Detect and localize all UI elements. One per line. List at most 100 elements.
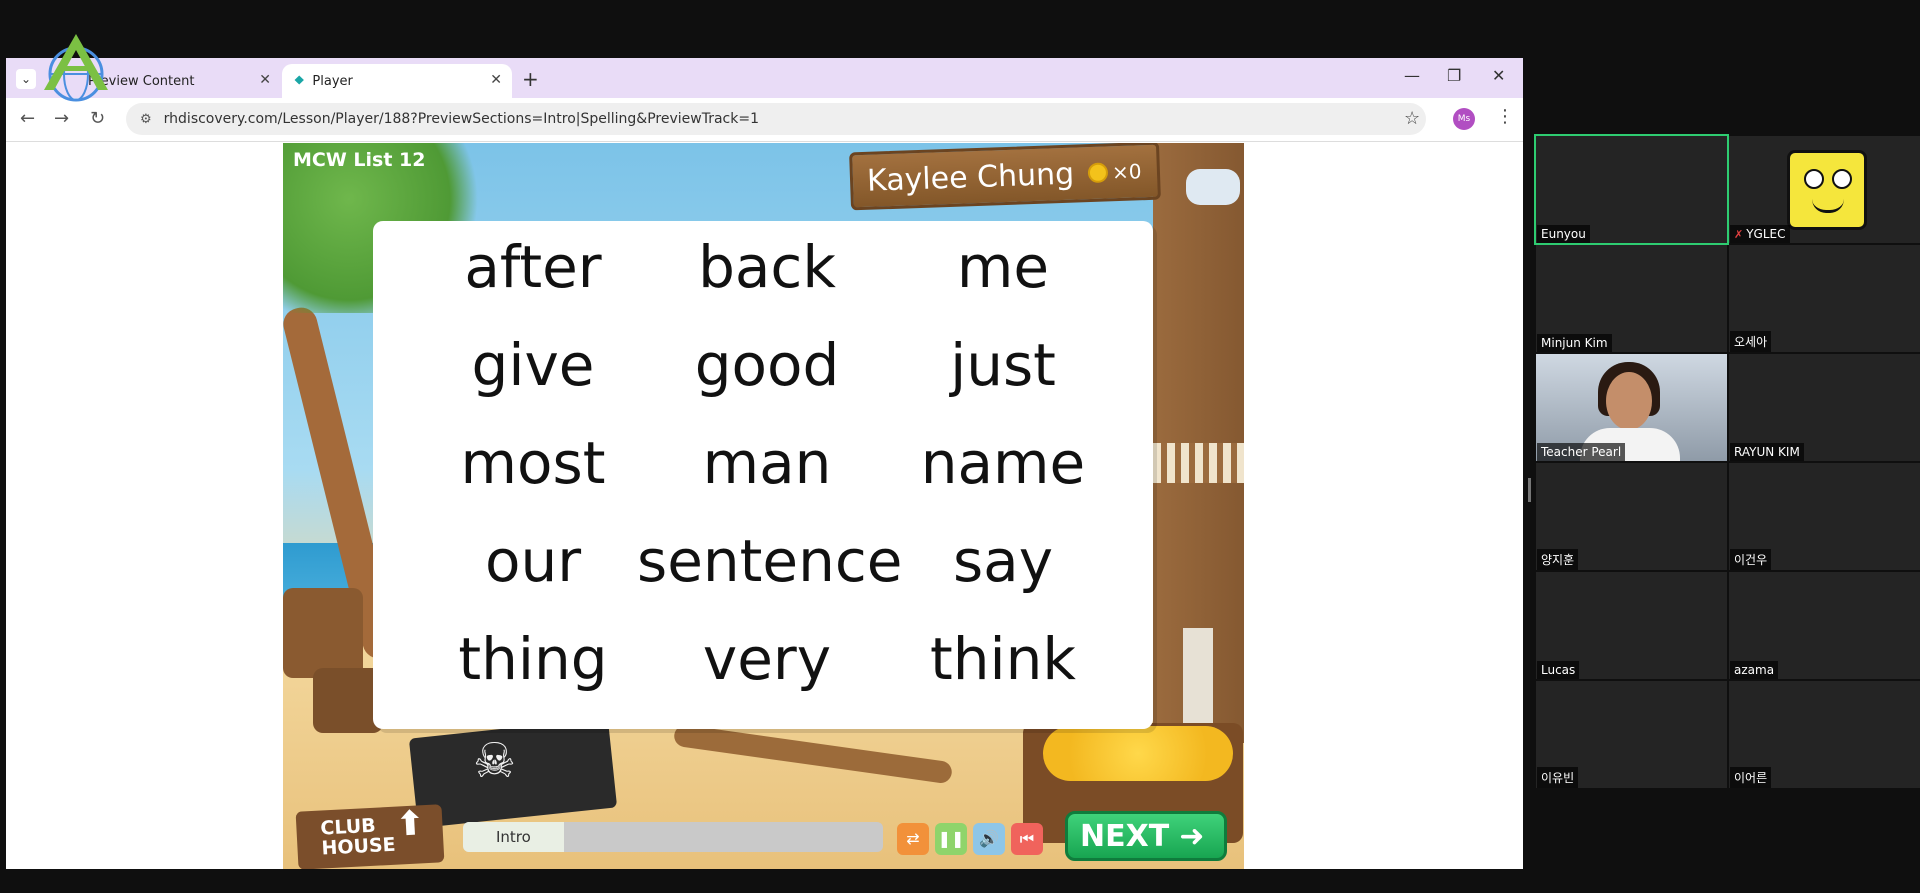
speaker-icon[interactable]: 🔊 bbox=[973, 823, 1005, 855]
bookmark-star-icon[interactable]: ☆ bbox=[1404, 108, 1420, 129]
progress-fill: Intro bbox=[463, 822, 564, 852]
participant-name-text: RAYUN KIM bbox=[1734, 445, 1800, 459]
up-arrow-icon: ⬆ bbox=[394, 803, 426, 845]
participant-name-text: Minjun Kim bbox=[1541, 336, 1608, 350]
close-icon[interactable]: ✕ bbox=[490, 72, 502, 88]
barrel-icon bbox=[283, 588, 363, 678]
participant-name: 이어른 bbox=[1730, 767, 1772, 788]
spelling-word: back bbox=[698, 233, 836, 301]
eye-icon bbox=[1832, 169, 1852, 189]
participant-tile[interactable]: 이유빈 bbox=[1536, 681, 1727, 788]
spelling-word: after bbox=[464, 233, 602, 301]
participant-name: Eunyou bbox=[1537, 225, 1590, 243]
participant-name-text: azama bbox=[1734, 663, 1775, 677]
pause-icon[interactable]: ❚❚ bbox=[935, 823, 967, 855]
participant-name-text: 이어른 bbox=[1734, 771, 1768, 785]
progress-section-label: Intro bbox=[495, 828, 531, 846]
lesson-player: ☠ MCW List 12 Kaylee Chung ×0 after back m… bbox=[283, 143, 1244, 869]
participant-name: Minjun Kim bbox=[1537, 334, 1612, 352]
butterfly-icon: ⯁ bbox=[294, 73, 305, 89]
coin-count: ×0 bbox=[1111, 159, 1142, 185]
participant-tile[interactable]: azama bbox=[1729, 572, 1920, 679]
participant-tile[interactable]: Eunyou bbox=[1534, 134, 1729, 245]
spelling-word: me bbox=[956, 233, 1050, 301]
url-text: rhdiscovery.com/Lesson/Player/188?Previe… bbox=[163, 111, 759, 127]
participant-name: Lucas bbox=[1537, 661, 1580, 679]
participant-tile[interactable]: Teacher Pearl bbox=[1536, 354, 1727, 461]
reload-icon[interactable]: ↻ bbox=[90, 108, 105, 129]
clubhouse-label-line2: HOUSE bbox=[320, 833, 397, 860]
participant-name-text: 양지훈 bbox=[1541, 553, 1575, 567]
participant-name-text: Lucas bbox=[1541, 663, 1576, 677]
tab-player[interactable]: ⯁ Player ✕ bbox=[282, 64, 512, 98]
participant-tile[interactable]: Minjun Kim bbox=[1536, 245, 1727, 352]
spelling-word: our bbox=[484, 527, 582, 595]
participant-name-text: 이건우 bbox=[1734, 553, 1768, 567]
section-progress-bar: Intro bbox=[463, 822, 883, 852]
close-icon[interactable]: ✕ bbox=[259, 72, 271, 88]
site-info-icon[interactable]: ⚙ bbox=[140, 112, 152, 127]
academy-logo-icon bbox=[44, 34, 108, 102]
new-tab-button[interactable]: + bbox=[522, 67, 539, 91]
participant-tile[interactable]: RAYUN KIM bbox=[1729, 354, 1920, 461]
ship-railing bbox=[1153, 443, 1244, 483]
eye-icon bbox=[1804, 169, 1824, 189]
teacher-face bbox=[1606, 372, 1652, 430]
address-bar[interactable]: ⚙ rhdiscovery.com/Lesson/Player/188?Prev… bbox=[126, 103, 1426, 135]
close-window-button[interactable]: ✕ bbox=[1492, 66, 1505, 85]
spelling-word: name bbox=[920, 429, 1086, 497]
restore-button[interactable]: ❐ bbox=[1447, 66, 1461, 85]
mouth-icon bbox=[1812, 199, 1844, 213]
spelling-word: give bbox=[471, 331, 595, 399]
participant-name-text: 오세아 bbox=[1734, 335, 1768, 349]
spongebob-avatar bbox=[1787, 150, 1867, 230]
student-name-sign: Kaylee Chung ×0 bbox=[849, 143, 1161, 211]
spelling-word: most bbox=[460, 429, 606, 497]
participant-name: 이유빈 bbox=[1537, 767, 1579, 788]
word-card: after back me give good just most man name our sen… bbox=[373, 221, 1153, 729]
participant-tile[interactable]: 오세아 bbox=[1729, 245, 1920, 352]
participant-name-text: YGLEC bbox=[1746, 227, 1786, 241]
tab-label: Player bbox=[312, 73, 353, 89]
browser-toolbar: ← → ↻ ⚙ rhdiscovery.com/Lesson/Player/18… bbox=[6, 98, 1523, 142]
participant-name: 이건우 bbox=[1730, 549, 1772, 570]
skull-icon: ☠ bbox=[473, 733, 517, 789]
minimize-button[interactable]: — bbox=[1404, 66, 1420, 85]
next-label: NEXT bbox=[1080, 818, 1170, 854]
participant-name-text: 이유빈 bbox=[1541, 771, 1575, 785]
browser-menu-icon[interactable]: ⋮ bbox=[1496, 106, 1514, 127]
participant-tile[interactable]: 이건우 bbox=[1729, 463, 1920, 570]
student-name: Kaylee Chung bbox=[866, 156, 1075, 199]
tab-search-button[interactable]: ⌄ bbox=[16, 69, 36, 89]
participant-tile[interactable]: ✗ YGLEC bbox=[1729, 136, 1920, 243]
spelling-word: just bbox=[950, 331, 1056, 399]
participant-name: ✗ YGLEC bbox=[1730, 225, 1790, 243]
restart-icon[interactable]: ⏮ bbox=[1011, 823, 1043, 855]
participant-name: RAYUN KIM bbox=[1730, 443, 1804, 461]
participant-tile[interactable]: Lucas bbox=[1536, 572, 1727, 679]
shuffle-icon[interactable]: ⇄ bbox=[897, 823, 929, 855]
profile-avatar[interactable]: Ms bbox=[1453, 108, 1475, 130]
video-gallery: Eunyou ✗ YGLEC Minjun Kim 오세아 Teacher Pearl RA… bbox=[1534, 134, 1920, 790]
spelling-word: very bbox=[702, 625, 832, 693]
participant-tile[interactable]: 양지훈 bbox=[1536, 463, 1727, 570]
tab-strip: ⌄ Preview Content ✕ ⯁ Player ✕ + — ❐ ✕ bbox=[6, 58, 1523, 98]
spelling-word: say bbox=[952, 527, 1054, 595]
badge-icon bbox=[1186, 169, 1240, 205]
back-icon[interactable]: ← bbox=[20, 108, 35, 129]
spelling-word: good bbox=[694, 331, 840, 399]
spelling-word: sentence bbox=[637, 527, 903, 595]
participant-name-text: Teacher Pearl bbox=[1541, 445, 1622, 459]
participant-name: azama bbox=[1730, 661, 1779, 679]
participant-name-text: Eunyou bbox=[1541, 227, 1586, 241]
next-button[interactable]: NEXT ➜ bbox=[1065, 811, 1227, 861]
clubhouse-button[interactable]: CLUB HOUSE ⬆ bbox=[295, 803, 445, 869]
spelling-word: thing bbox=[458, 625, 608, 693]
forward-icon[interactable]: → bbox=[54, 108, 69, 129]
panel-splitter[interactable] bbox=[1528, 478, 1531, 502]
coin-icon bbox=[1087, 162, 1109, 184]
spelling-word: man bbox=[702, 429, 832, 497]
list-title: MCW List 12 bbox=[293, 149, 426, 171]
participant-tile[interactable]: 이어른 bbox=[1729, 681, 1920, 788]
mic-muted-icon: ✗ bbox=[1734, 228, 1744, 241]
